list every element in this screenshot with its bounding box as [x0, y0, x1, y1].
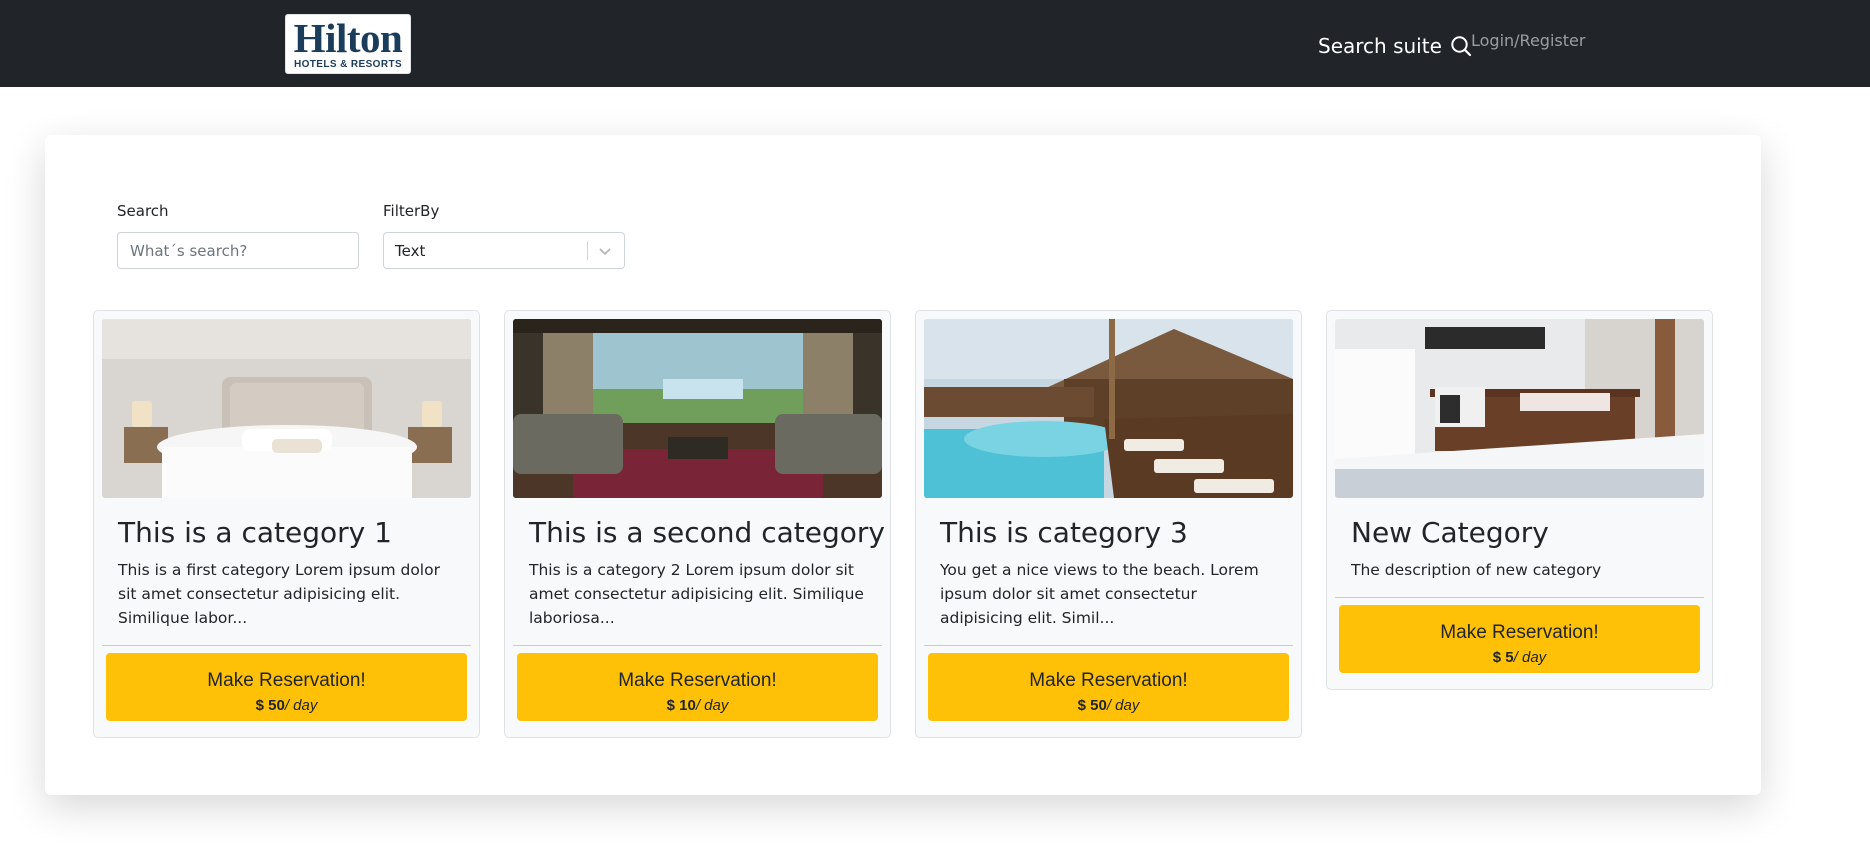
card-title: This is a category 1	[118, 516, 392, 549]
price-value: $ 50	[1077, 696, 1107, 714]
make-reservation-button[interactable]: Make Reservation! $ 50/ day	[928, 653, 1289, 721]
chevron-down-icon[interactable]	[596, 242, 614, 260]
category-card: This is a category 1 This is a first cat…	[93, 310, 480, 738]
search-input[interactable]	[117, 232, 359, 269]
card-divider	[1335, 597, 1704, 598]
bedroom-image	[102, 319, 471, 498]
category-card: New Category The description of new cate…	[1326, 310, 1713, 690]
price-per-day: $ 5/ day	[1345, 649, 1694, 667]
card-divider	[513, 645, 882, 646]
card-divider	[102, 645, 471, 646]
card-divider	[924, 645, 1293, 646]
price-unit: / day	[284, 696, 318, 714]
price-unit: / day	[695, 696, 729, 714]
search-label: Search	[117, 202, 169, 220]
main-panel: Search FilterBy Text	[45, 135, 1761, 795]
lounge-image	[513, 319, 882, 498]
hilton-logo[interactable]: Hilton HOTELS & RESORTS	[285, 14, 411, 74]
select-separator	[587, 241, 588, 260]
card-description: This is a first category Lorem ipsum dol…	[118, 561, 440, 627]
price-unit: / day	[1513, 648, 1547, 666]
search-suite-link[interactable]: Search suite	[1318, 31, 1472, 61]
lounge-photo	[513, 319, 882, 498]
price-per-day: $ 50/ day	[934, 697, 1283, 715]
price-value: $ 50	[255, 696, 285, 714]
logo-wordmark: Hilton	[293, 15, 403, 61]
category-card: This is a second category This is a cate…	[504, 310, 891, 738]
filter-by-label: FilterBy	[383, 202, 440, 220]
price-value: $ 5	[1492, 648, 1514, 666]
price-per-day: $ 10/ day	[523, 697, 872, 715]
logo-subtext: HOTELS & RESORTS	[293, 59, 403, 70]
search-icon	[1451, 36, 1471, 57]
bedroom-photo	[102, 319, 471, 498]
filter-by-value: Text	[395, 242, 426, 260]
filter-by-select[interactable]: Text	[383, 232, 625, 269]
bedside-image	[1335, 319, 1704, 498]
login-register-link[interactable]: Login/Register	[1471, 31, 1585, 50]
search-suite-label: Search suite	[1318, 34, 1442, 58]
reservation-label: Make Reservation!	[207, 669, 366, 691]
price-per-day: $ 50/ day	[112, 697, 461, 715]
price-unit: / day	[1106, 696, 1140, 714]
price-value: $ 10	[666, 696, 696, 714]
category-card: This is category 3 You get a nice views …	[915, 310, 1302, 738]
card-title: This is a second category	[529, 516, 885, 549]
card-description: You get a nice views to the beach. Lorem…	[940, 561, 1259, 627]
make-reservation-button[interactable]: Make Reservation! $ 50/ day	[106, 653, 467, 721]
make-reservation-button[interactable]: Make Reservation! $ 10/ day	[517, 653, 878, 721]
make-reservation-button[interactable]: Make Reservation! $ 5/ day	[1339, 605, 1700, 673]
pool-resort-photo	[924, 319, 1293, 498]
card-title: New Category	[1351, 516, 1549, 549]
card-description: This is a category 2 Lorem ipsum dolor s…	[529, 561, 864, 627]
top-navbar: Hilton HOTELS & RESORTS Search suite Log…	[0, 0, 1870, 87]
card-description: The description of new category	[1351, 561, 1602, 579]
reservation-label: Make Reservation!	[1029, 669, 1188, 691]
reservation-label: Make Reservation!	[1440, 621, 1599, 643]
card-title: This is category 3	[940, 516, 1188, 549]
bedside-photo	[1335, 319, 1704, 498]
reservation-label: Make Reservation!	[618, 669, 777, 691]
pool-resort-image	[924, 319, 1293, 498]
